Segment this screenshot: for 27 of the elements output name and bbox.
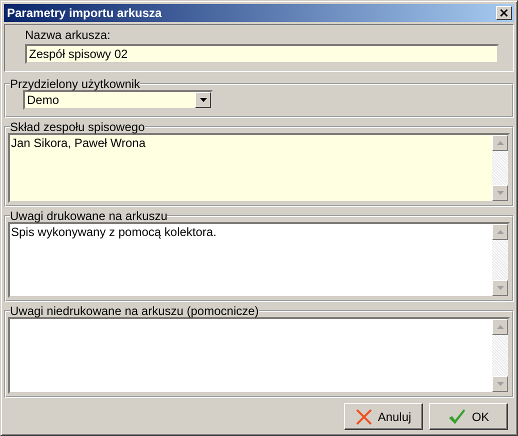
cross-icon <box>356 408 372 424</box>
scrollbar[interactable] <box>492 319 508 392</box>
text-value: Jan Sikora, Paweł Wrona <box>11 136 146 150</box>
user-dropdown[interactable]: Demo <box>23 90 213 110</box>
text-area[interactable]: Spis wykonywany z pomocą kolektora. <box>8 222 510 298</box>
checkmark-icon <box>448 408 466 424</box>
sheet-name-field[interactable]: Zespół spisowy 02 <box>25 44 499 64</box>
field-label: Nazwa arkusza: <box>25 28 112 42</box>
scroll-down-icon[interactable] <box>492 280 508 296</box>
window-title: Parametry importu arkusza <box>7 6 162 20</box>
text-area[interactable]: Jan Sikora, Paweł Wrona <box>8 133 510 203</box>
close-button[interactable]: × <box>496 6 512 20</box>
scroll-up-icon[interactable] <box>492 224 508 240</box>
group-label: Skład zespołu spisowego <box>10 121 145 133</box>
group-label: Uwagi drukowane na arkuszu <box>10 210 168 222</box>
group-label: Przydzielony użytkownik <box>10 78 140 90</box>
ok-button[interactable]: OK <box>429 403 508 430</box>
scroll-up-icon[interactable] <box>492 135 508 151</box>
scroll-up-icon[interactable] <box>492 319 508 335</box>
scroll-down-icon[interactable] <box>492 185 508 201</box>
scrollbar[interactable] <box>492 135 508 201</box>
scroll-down-icon[interactable] <box>492 376 508 392</box>
scrollbar[interactable] <box>492 224 508 296</box>
text-area[interactable] <box>8 317 510 394</box>
text-value: Spis wykonywany z pomocą kolektora. <box>11 225 216 239</box>
group-label: Uwagi niedrukowane na arkuszu (pomocnicze) <box>10 305 259 317</box>
cancel-button[interactable]: Anuluj <box>344 403 423 430</box>
